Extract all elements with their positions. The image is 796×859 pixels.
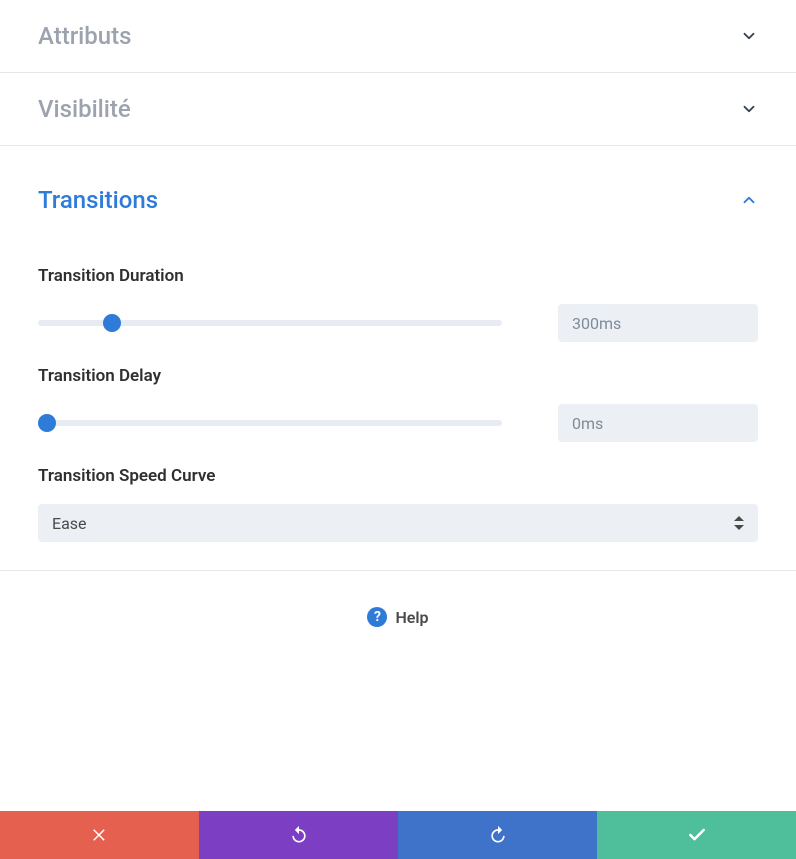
- check-icon: [687, 825, 707, 845]
- help-link[interactable]: ? Help: [0, 571, 796, 663]
- undo-icon: [289, 825, 309, 845]
- field-label: Transition Speed Curve: [38, 466, 758, 486]
- close-icon: [91, 826, 109, 844]
- chevron-down-icon: [740, 27, 758, 45]
- settings-panel: Attributs Visibilité Transitions Transit…: [0, 0, 796, 859]
- undo-button[interactable]: [199, 811, 398, 859]
- section-title: Attributs: [38, 22, 131, 50]
- section-title: Visibilité: [38, 95, 131, 123]
- redo-icon: [488, 825, 508, 845]
- footer-actions: [0, 811, 796, 859]
- transition-duration-slider[interactable]: [38, 315, 502, 331]
- chevron-down-icon: [740, 100, 758, 118]
- help-label: Help: [395, 608, 428, 627]
- transition-delay-slider[interactable]: [38, 415, 502, 431]
- field-label: Transition Duration: [38, 266, 758, 286]
- input-value: 0ms: [572, 414, 603, 433]
- section-title: Transitions: [38, 186, 158, 214]
- question-icon: ?: [367, 607, 387, 627]
- chevron-up-icon: [740, 191, 758, 209]
- field-transition-delay: Transition Delay 0ms: [38, 366, 758, 442]
- slider-row: 0ms: [38, 404, 758, 442]
- cancel-button[interactable]: [0, 811, 199, 859]
- save-button[interactable]: [597, 811, 796, 859]
- slider-thumb[interactable]: [38, 414, 56, 432]
- select-caret-icon: [734, 516, 744, 530]
- slider-row: 300ms: [38, 304, 758, 342]
- section-header-attributs[interactable]: Attributs: [0, 0, 796, 73]
- section-header-visibilite[interactable]: Visibilité: [0, 73, 796, 146]
- spacer: [0, 663, 796, 811]
- redo-button[interactable]: [398, 811, 597, 859]
- select-value: Ease: [52, 514, 87, 533]
- section-header-transitions[interactable]: Transitions: [0, 146, 796, 236]
- slider-thumb[interactable]: [103, 314, 121, 332]
- transition-delay-input[interactable]: 0ms: [558, 404, 758, 442]
- transition-duration-input[interactable]: 300ms: [558, 304, 758, 342]
- field-label: Transition Delay: [38, 366, 758, 386]
- field-transition-speed-curve: Transition Speed Curve Ease: [38, 466, 758, 542]
- section-body-transitions: Transition Duration 300ms Transition Del…: [0, 236, 796, 571]
- sections: Attributs Visibilité Transitions Transit…: [0, 0, 796, 663]
- field-transition-duration: Transition Duration 300ms: [38, 266, 758, 342]
- slider-track: [38, 420, 502, 426]
- transition-speed-curve-select[interactable]: Ease: [38, 504, 758, 542]
- input-value: 300ms: [572, 314, 621, 333]
